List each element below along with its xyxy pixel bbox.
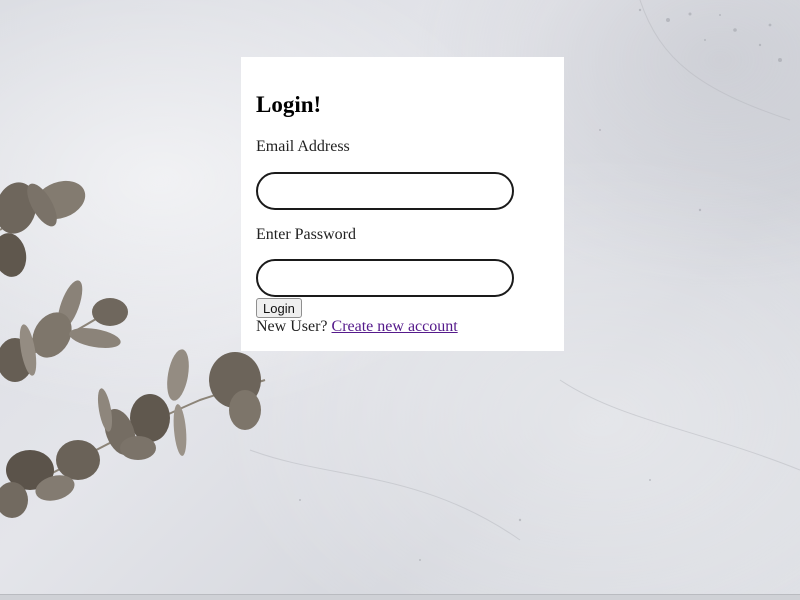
new-user-text: New User? <box>256 318 328 335</box>
login-button[interactable]: Login <box>256 298 302 318</box>
create-account-link[interactable]: Create new account <box>332 318 458 335</box>
window-bottom-edge <box>0 594 800 600</box>
eucalyptus-branch-icon <box>0 180 266 518</box>
email-field[interactable] <box>256 172 514 210</box>
email-label: Email Address <box>256 138 350 155</box>
signup-prompt: New User? Create new account <box>256 318 458 336</box>
password-label: Enter Password <box>256 226 356 243</box>
login-card: Login! Email Address Enter Password Logi… <box>241 57 564 351</box>
page-title: Login! <box>256 92 322 117</box>
password-field[interactable] <box>256 259 514 297</box>
